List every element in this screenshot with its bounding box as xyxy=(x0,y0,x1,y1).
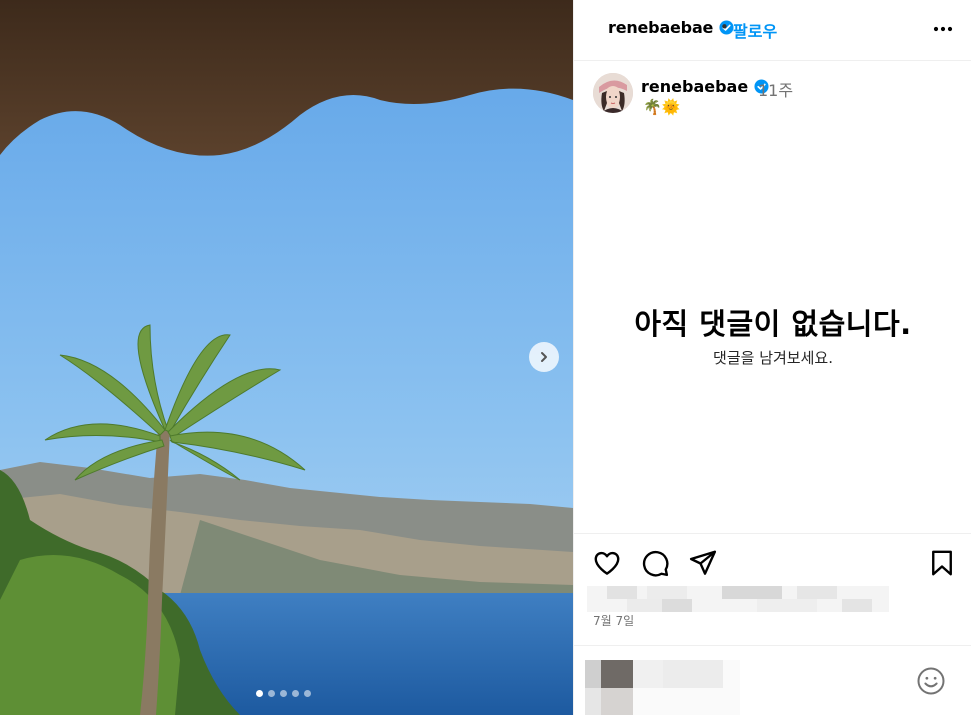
share-button[interactable] xyxy=(688,548,718,578)
header-username[interactable]: renebaebae xyxy=(608,18,713,37)
bookmark-icon xyxy=(932,550,952,576)
post-photo xyxy=(0,0,573,715)
post-actions xyxy=(574,533,971,593)
comment-button[interactable] xyxy=(640,548,670,578)
like-button[interactable] xyxy=(592,548,622,578)
comment-icon xyxy=(642,550,669,577)
carousel-dot xyxy=(256,690,263,697)
carousel-dot xyxy=(280,690,287,697)
avatar-image xyxy=(593,73,633,113)
post-media[interactable] xyxy=(0,0,573,715)
avatar[interactable] xyxy=(593,73,633,113)
no-comments-title: 아직 댓글이 없습니다. xyxy=(634,307,912,341)
save-button[interactable] xyxy=(927,548,957,578)
smiley-icon xyxy=(917,667,945,695)
carousel-dot xyxy=(292,690,299,697)
post-header: renebaebae • 팔로우 xyxy=(574,0,971,61)
add-comment-bar xyxy=(574,645,971,715)
carousel-dot xyxy=(268,690,275,697)
share-icon xyxy=(689,550,717,575)
caption-timestamp[interactable]: 11주 xyxy=(758,77,793,101)
carousel-dot xyxy=(304,690,311,697)
caption-text: 🌴🌞 xyxy=(643,98,681,116)
heart-icon xyxy=(594,551,620,575)
header-username-link[interactable]: renebaebae xyxy=(608,18,734,37)
follow-button[interactable]: 팔로우 xyxy=(733,18,777,42)
caption-username-link[interactable]: renebaebae xyxy=(641,77,769,96)
post-date[interactable]: 7월 7일 xyxy=(593,612,634,629)
emoji-picker-button[interactable] xyxy=(916,666,946,696)
more-options-button[interactable] xyxy=(930,19,958,39)
likes-count-redacted xyxy=(587,586,889,612)
caption-username[interactable]: renebaebae xyxy=(641,77,748,96)
carousel-indicator xyxy=(256,690,311,697)
chevron-right-icon xyxy=(541,352,547,362)
post-side-panel: renebaebae • 팔로우 renebaebae 11주 🌴🌞 아직 댓글… xyxy=(573,0,971,715)
carousel-next-button[interactable] xyxy=(529,342,559,372)
header-separator: • xyxy=(720,18,729,36)
comment-input-redacted[interactable] xyxy=(585,660,740,715)
no-comments-subtitle: 댓글을 남겨보세요. xyxy=(713,349,833,367)
more-options-icon xyxy=(933,26,953,32)
